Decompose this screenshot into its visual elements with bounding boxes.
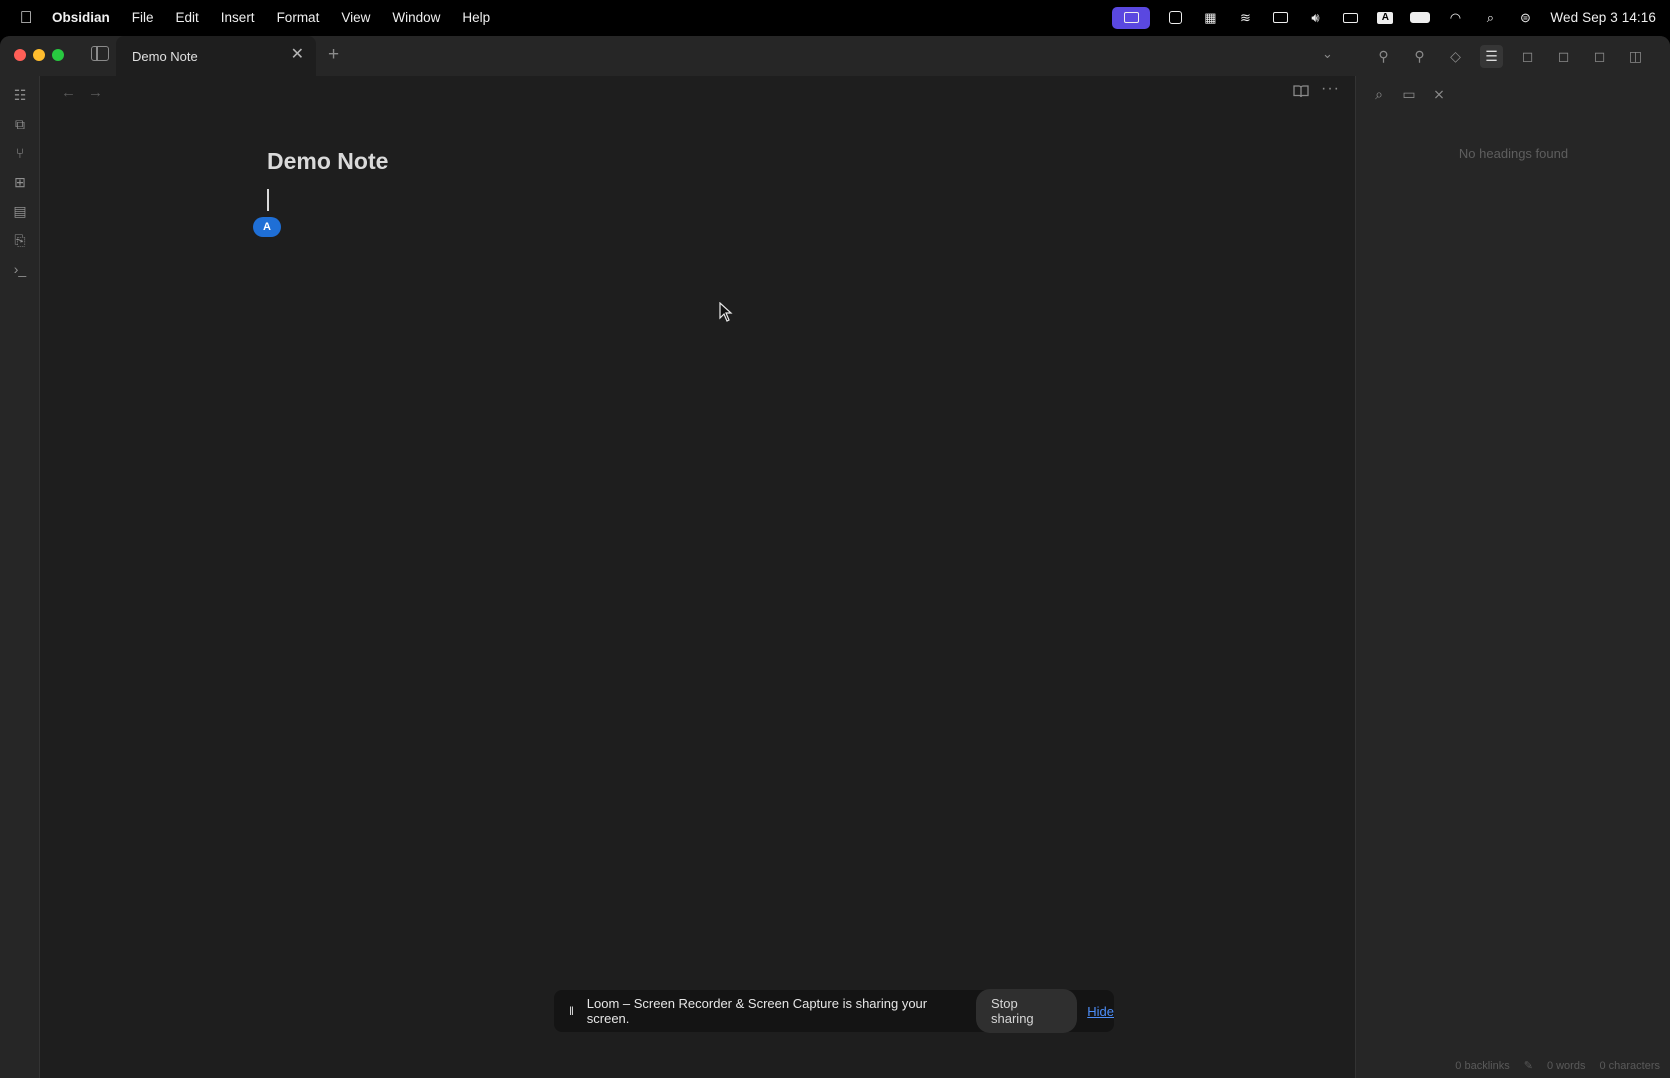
command-palette-icon[interactable]: ›_ — [11, 260, 29, 278]
title-bar: Demo Note ✕ + ⌄ ⚲ ⚲ ◇ ☰ ◻ ◻ ◻ ◫ — [0, 36, 1670, 76]
editor-pane[interactable]: ← → ··· Demo Note A — [41, 76, 1355, 1078]
mouse-pointer-icon — [719, 302, 733, 322]
text-caret — [267, 189, 269, 211]
plugin-pane-icon[interactable]: ◻ — [1588, 45, 1611, 68]
more-options-icon[interactable]: ··· — [1321, 80, 1340, 98]
obsidian-window: Demo Note ✕ + ⌄ ⚲ ⚲ ◇ ☰ ◻ ◻ ◻ ◫ ☷ ⧉ ⑂ ⊞ … — [0, 36, 1670, 1078]
new-tab-icon[interactable]: + — [328, 44, 339, 66]
wifi-icon[interactable]: ◠ — [1445, 10, 1465, 26]
tab-demo-note[interactable]: Demo Note ✕ — [116, 36, 316, 76]
window-zoom-button[interactable] — [52, 49, 64, 61]
navigate-back-icon[interactable]: ← — [61, 84, 76, 101]
graph-view-icon[interactable]: ⑂ — [11, 144, 29, 162]
word-count: 0 words — [1546, 1059, 1586, 1072]
right-sidebar-outline: ⌕ ▭ ⨯ No headings found 0 backlinks ✎ 0 … — [1355, 76, 1670, 1078]
tab-title: Demo Note — [132, 48, 198, 64]
menu-bar-clock[interactable]: Wed Sep 3 14:16 — [1550, 10, 1656, 25]
window-minimize-button[interactable] — [33, 49, 45, 61]
menu-insert[interactable]: Insert — [210, 10, 266, 25]
menu-edit[interactable]: Edit — [165, 10, 210, 25]
apple-menu-icon[interactable]:  — [0, 8, 52, 28]
right-sidebar-tabs: ⚲ ⚲ ◇ ☰ ◻ ◻ ◻ ◫ — [1358, 36, 1670, 76]
quick-switcher-icon[interactable]: ☷ — [11, 86, 29, 104]
book-open-icon — [1293, 85, 1309, 98]
no-headings-message: No headings found — [1458, 146, 1569, 161]
character-count: 0 characters — [1599, 1059, 1660, 1072]
menu-format[interactable]: Format — [266, 10, 331, 25]
left-ribbon: ☷ ⧉ ⑂ ⊞ ▤ ⎘ ›_ — [0, 76, 40, 1078]
macos-menu-bar:  Obsidian File Edit Insert Format View … — [0, 0, 1670, 35]
left-sidebar-toggle-icon[interactable] — [91, 46, 109, 61]
tab-close-icon[interactable]: ✕ — [291, 47, 304, 63]
navigate-forward-icon[interactable]: → — [88, 84, 103, 101]
layers-icon[interactable]: ≋ — [1235, 10, 1255, 26]
screen-recorder-icon[interactable] — [1112, 6, 1151, 29]
collapse-all-icon[interactable]: ▭ — [1399, 84, 1419, 104]
daily-note-calendar-icon[interactable]: ▤ — [11, 202, 29, 220]
collaborator-cursor-badge: A — [253, 217, 281, 237]
outline-search-icon[interactable]: ⌕ — [1369, 84, 1389, 104]
volume-icon[interactable]: 🔊︎ — [1305, 10, 1325, 26]
screen-sharing-banner: ‖ Loom – Screen Recorder & Screen Captur… — [554, 989, 1114, 1033]
outgoing-links-icon[interactable]: ⚲ — [1408, 45, 1431, 68]
menu-file[interactable]: File — [121, 10, 165, 25]
app-status-icon[interactable] — [1165, 10, 1185, 26]
right-sidebar-toggle-icon[interactable]: ◫ — [1624, 45, 1647, 68]
backlinks-count[interactable]: 0 backlinks — [1455, 1060, 1509, 1072]
canvas-icon[interactable]: ⊞ — [11, 173, 29, 191]
window-close-button[interactable] — [14, 49, 26, 61]
tab-list-chevron-icon[interactable]: ⌄ — [1322, 46, 1333, 62]
outline-icon[interactable]: ☰ — [1480, 44, 1503, 68]
templates-icon[interactable]: ⎘ — [11, 231, 29, 249]
sharing-message: Loom – Screen Recorder & Screen Capture … — [586, 996, 928, 1026]
window-layout-icon[interactable]: ▦ — [1200, 10, 1220, 26]
control-center-icon[interactable]: ⊜ — [1515, 10, 1535, 26]
menu-help[interactable]: Help — [451, 10, 501, 25]
input-source-icon[interactable]: A — [1375, 10, 1395, 26]
plugin-pane-icon[interactable]: ◻ — [1516, 45, 1539, 68]
collapse-expand-icon[interactable]: ⨯ — [1429, 84, 1449, 104]
stop-sharing-button[interactable]: Stop sharing — [976, 989, 1078, 1033]
backlinks-icon[interactable]: ⚲ — [1372, 45, 1395, 68]
file-search-icon[interactable]: ⧉ — [11, 115, 29, 133]
edit-mode-icon[interactable]: ✎ — [1524, 1059, 1533, 1072]
menu-bar-extras: ▦ ≋ 🔊︎ A ◠ ⌕ ⊜ Wed Sep 3 14:16 — [1112, 0, 1656, 35]
menu-app-name[interactable]: Obsidian — [52, 10, 121, 25]
battery-icon[interactable] — [1410, 10, 1431, 26]
plugin-pane-icon[interactable]: ◻ — [1552, 45, 1575, 68]
reading-view-icon[interactable] — [1293, 84, 1309, 98]
menu-view[interactable]: View — [330, 10, 381, 25]
memory-icon[interactable] — [1340, 10, 1360, 26]
tags-icon[interactable]: ◇ — [1444, 45, 1467, 68]
hide-banner-link[interactable]: Hide — [1087, 1004, 1114, 1019]
spotlight-search-icon[interactable]: ⌕ — [1480, 10, 1500, 26]
display-icon[interactable] — [1270, 10, 1290, 26]
pause-icon: ‖ — [569, 1004, 574, 1018]
note-title[interactable]: Demo Note — [267, 148, 388, 175]
status-bar: 0 backlinks ✎ 0 words 0 characters — [1455, 1059, 1660, 1073]
menu-window[interactable]: Window — [381, 10, 451, 25]
